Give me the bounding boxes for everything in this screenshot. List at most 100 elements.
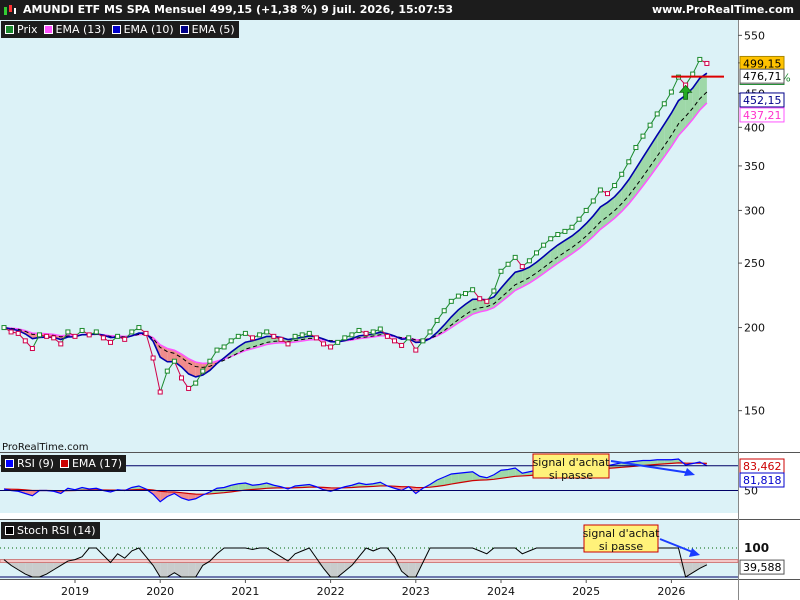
stoch-fill — [330, 562, 338, 577]
price-tick-label: 150 — [744, 405, 765, 418]
price-point — [221, 344, 227, 350]
price-point — [399, 342, 405, 348]
legend-label: EMA (17) — [71, 457, 122, 470]
chart-title: AMUNDI ETF MS SPA Mensuel 499,15 (+1,38 … — [23, 3, 454, 16]
price-point — [413, 347, 419, 353]
price-point — [171, 358, 177, 364]
price-point — [356, 327, 362, 333]
price-point — [512, 254, 518, 260]
price-point — [455, 293, 461, 299]
price-point — [434, 317, 440, 323]
legend-item-ema-10[interactable]: EMA (10) — [111, 23, 174, 36]
watermark: ProRealTime.com — [2, 442, 89, 453]
price-point — [526, 258, 532, 264]
stoch-fill — [160, 562, 168, 577]
stoch-tick-label: 100 — [744, 541, 769, 555]
legend-item-ema-17[interactable]: EMA (17) — [59, 457, 122, 470]
legend-item-rsi-9[interactable]: RSI (9) — [5, 457, 54, 470]
legend-item-ema-5[interactable]: EMA (5) — [179, 23, 235, 36]
price-point — [207, 358, 213, 364]
price-point — [541, 242, 547, 248]
price-point — [505, 261, 511, 267]
color-swatch-icon — [5, 459, 14, 468]
price-point — [612, 183, 618, 189]
chart-area[interactable]: 150200250300350400450500550499,15+1,38 %… — [0, 20, 800, 600]
last-price-tag: 499,15 — [743, 57, 782, 70]
price-point — [51, 335, 57, 341]
price-point — [250, 335, 255, 341]
price-point — [136, 325, 142, 331]
x-tick-label: 2022 — [317, 585, 345, 598]
price-point — [37, 332, 42, 338]
price-point — [186, 385, 192, 391]
x-tick-label: 2021 — [231, 585, 259, 598]
price-point — [548, 236, 554, 242]
price-point — [597, 187, 603, 193]
legend-item-prix[interactable]: Prix — [5, 23, 38, 36]
price-point — [370, 329, 376, 335]
price-point — [484, 298, 490, 304]
price-point — [420, 338, 426, 344]
price-point — [150, 355, 156, 361]
color-swatch-icon — [179, 25, 189, 34]
legend-item-ema-13[interactable]: EMA (13) — [43, 23, 106, 36]
price-tick-label: 400 — [744, 121, 765, 134]
x-tick-label: 2026 — [657, 585, 685, 598]
price-point — [108, 339, 113, 345]
price-point — [654, 111, 660, 117]
price-point — [349, 332, 355, 338]
color-swatch-icon — [59, 459, 69, 468]
legend-label: EMA (5) — [191, 23, 235, 36]
site-link[interactable]: www.ProRealTime.com — [652, 3, 794, 16]
stoch-legend: Stoch RSI (14) — [1, 522, 100, 539]
price-point — [285, 341, 291, 347]
price-point — [299, 332, 305, 338]
price-point — [661, 101, 667, 107]
price-point — [306, 330, 312, 336]
stoch-annotation: si passe — [599, 540, 643, 553]
price-point — [129, 329, 135, 335]
price-point — [534, 250, 539, 256]
stoch-fill — [181, 562, 189, 577]
price-point — [313, 335, 319, 341]
rsi-annotation: si passe — [549, 469, 593, 482]
price-point — [278, 336, 284, 342]
price-point — [377, 326, 383, 332]
price-point — [292, 333, 298, 339]
price-point — [335, 339, 341, 345]
legend-label: RSI (9) — [17, 457, 54, 470]
price-point — [704, 60, 710, 66]
price-point — [235, 333, 241, 339]
x-tick-label: 2024 — [487, 585, 515, 598]
chart-type-icon — [4, 5, 16, 15]
rsi-ema-tag: 81,818 — [743, 474, 782, 487]
legend-label: EMA (13) — [55, 23, 106, 36]
legend-item-stoch-rsi-14[interactable]: Stoch RSI (14) — [5, 524, 96, 537]
price-point — [406, 335, 412, 341]
price-point — [115, 333, 121, 339]
price-point — [271, 333, 277, 339]
price-point — [697, 56, 703, 62]
stoch-fill — [32, 562, 40, 577]
price-point — [214, 347, 220, 353]
stoch-annotation: signal d'achat — [583, 527, 661, 540]
stoch-value-tag: 39,588 — [743, 561, 782, 574]
ema13-tag: 437,21 — [743, 109, 782, 122]
x-tick-label: 2023 — [402, 585, 430, 598]
price-point — [448, 298, 454, 304]
price-point — [44, 333, 50, 339]
price-point — [122, 336, 128, 342]
price-point — [576, 216, 582, 222]
price-point — [668, 89, 674, 95]
price-point — [164, 368, 170, 374]
legend-label: EMA (10) — [123, 23, 174, 36]
price-point — [605, 191, 610, 197]
price-point — [8, 329, 14, 335]
price-point — [555, 232, 561, 238]
price-legend: Prix EMA (13) EMA (10) EMA (5) — [1, 21, 239, 38]
price-point — [498, 268, 504, 274]
price-tick-label: 350 — [744, 160, 765, 173]
stoch-fill — [188, 562, 196, 577]
price-point — [179, 375, 184, 381]
price-point — [228, 338, 234, 344]
